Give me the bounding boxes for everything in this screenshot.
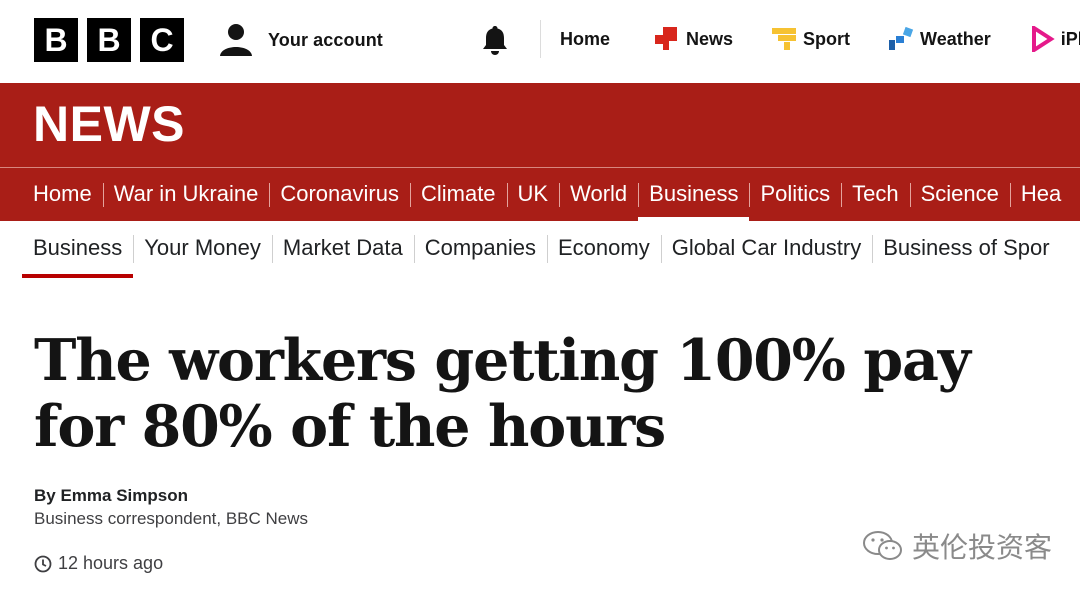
sub-nav-item[interactable]: Economy [547,235,661,263]
user-icon [220,24,252,56]
top-nav-news[interactable]: News [654,26,733,52]
wechat-icon [863,531,902,560]
watermark-text: 英伦投资客 [912,531,1053,564]
byline-role: Business correspondent, BBC News [34,509,309,528]
top-nav-label: iPla [1060,28,1080,49]
account-link[interactable]: Your account [218,22,383,58]
section-nav-item[interactable]: War in Ukraine [102,181,270,207]
sub-nav-item-active[interactable]: Business [22,235,134,278]
section-nav: Home War in Ukraine Coronavirus Climate … [0,168,1080,221]
byline-author: By Emma Simpson [34,486,188,505]
top-nav-label: News [686,28,734,49]
top-nav-home[interactable]: Home [560,29,610,50]
article-timestamp: 12 hours ago [34,553,163,574]
bbc-logo[interactable]: B B C [34,18,184,62]
masthead-divider [540,20,541,58]
weather-icon [889,26,914,50]
top-nav-iplayer[interactable]: iPla [1029,26,1080,52]
section-nav-item[interactable]: Hea [1009,181,1072,207]
sub-nav-item[interactable]: Business of Spor [872,235,1060,263]
sport-icon [772,28,797,50]
masthead: B B C Your account Home News Sport Weath… [0,0,1080,83]
article-headline: The workers getting 100% pay for 80% of … [34,327,971,460]
sub-nav-item[interactable]: Your Money [133,235,272,263]
bbc-logo-letter: C [140,18,184,62]
top-nav-weather[interactable]: Weather [888,26,991,52]
account-label: Your account [268,29,383,50]
bell-icon[interactable] [480,24,510,56]
sub-nav-item[interactable]: Companies [413,235,547,263]
top-nav-label: Sport [803,28,851,49]
bbc-logo-letter: B [87,18,131,62]
news-icon [655,27,678,50]
iplayer-icon [1031,26,1055,52]
section-nav-item[interactable]: Politics [749,181,841,207]
watermark: 英伦投资客 [862,526,1052,566]
timestamp-text: 12 hours ago [58,553,164,573]
top-nav-sport[interactable]: Sport [771,26,850,52]
sub-nav: Business Your Money Market Data Companie… [0,221,1080,279]
section-nav-item[interactable]: UK [506,181,560,207]
bbc-logo-letter: B [34,18,78,62]
sub-nav-item[interactable]: Market Data [271,235,414,263]
section-nav-item[interactable]: Coronavirus [269,181,410,207]
section-nav-item[interactable]: Tech [841,181,909,207]
sub-nav-item[interactable]: Global Car Industry [660,235,873,263]
section-nav-item[interactable]: World [559,181,638,207]
news-title[interactable]: NEWS [33,95,185,153]
section-nav-item[interactable]: Home [22,181,103,207]
section-nav-item[interactable]: Science [909,181,1010,207]
top-nav-label: Home [560,28,611,49]
top-nav-label: Weather [920,28,991,49]
section-nav-item-active[interactable]: Business [638,181,750,221]
clock-icon [34,555,52,572]
top-nav: Home News Sport Weather iP [560,26,1080,52]
section-nav-item[interactable]: Climate [409,181,507,207]
